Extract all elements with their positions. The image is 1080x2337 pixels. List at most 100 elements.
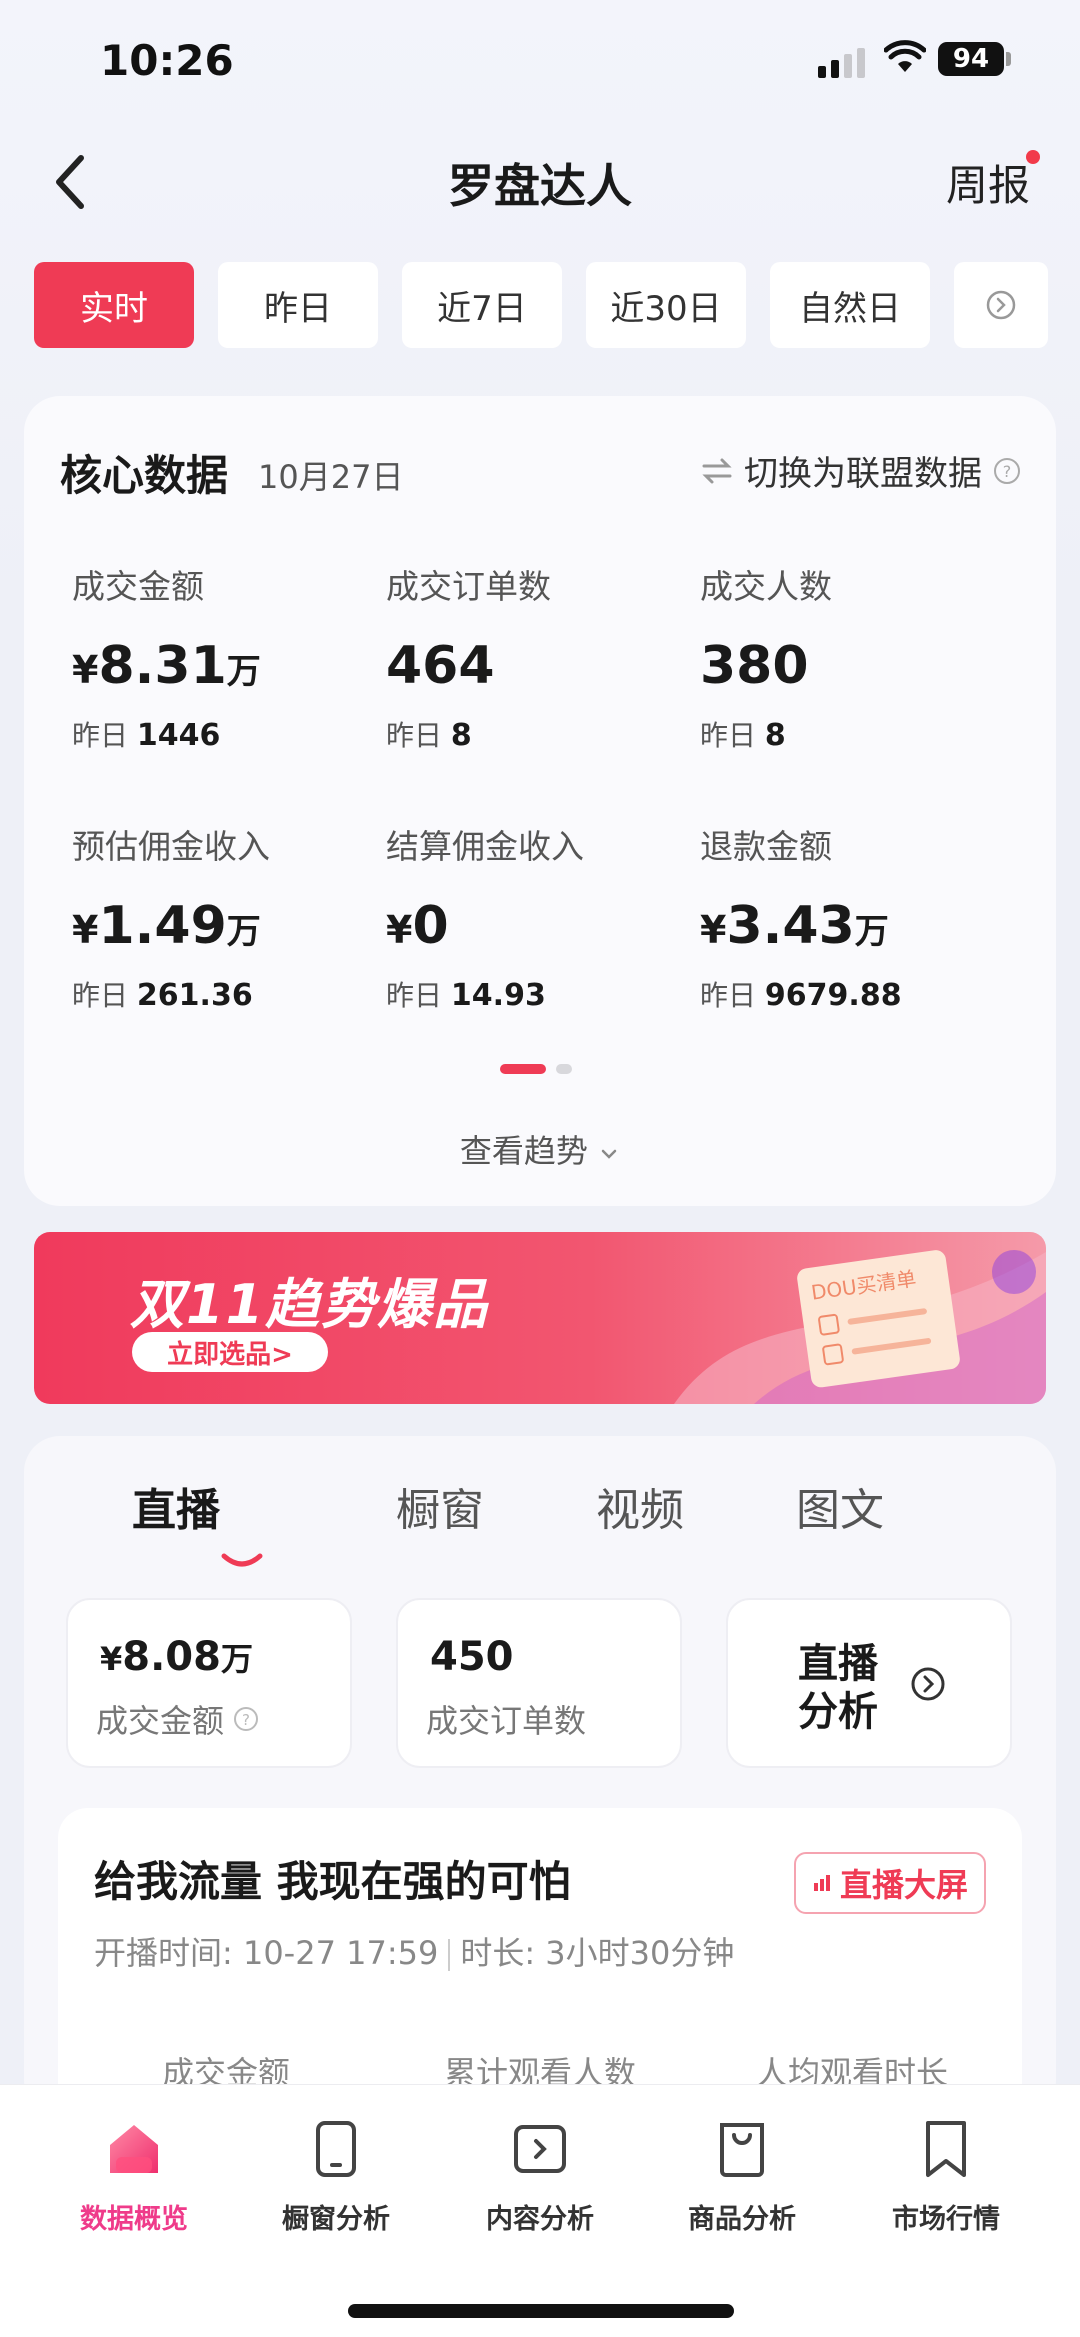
value-number: 1.49: [98, 896, 227, 956]
metric-label: 退款金额: [700, 827, 832, 866]
metric-previous: 昨日 8: [700, 714, 1000, 754]
live-big-screen-label: 直播大屏: [839, 1866, 968, 1904]
metric-value: ¥3.43万: [700, 896, 1000, 956]
prev-prefix: 昨日: [386, 979, 443, 1012]
bookmark-icon: [926, 2121, 966, 2177]
tab-yesterday[interactable]: 昨日: [218, 262, 378, 348]
yen-symbol: ¥: [72, 908, 99, 952]
switch-to-alliance-link[interactable]: 切换为联盟数据 ?: [700, 446, 1022, 495]
tab-7days[interactable]: 近7日: [402, 262, 562, 348]
value-number: 8.31: [98, 636, 227, 696]
time-range-tabs: 实时 昨日 近7日 近30日 自然日: [34, 262, 1048, 348]
status-bar: 10:26 94: [0, 30, 1080, 90]
metric-value: 380: [700, 636, 1000, 696]
switch-label: 切换为联盟数据: [744, 454, 982, 494]
metric-label: 成交订单数: [386, 567, 551, 606]
weekly-report-button[interactable]: 周报: [946, 152, 1030, 213]
value-number: 464: [386, 636, 495, 696]
page-title: 罗盘达人: [448, 159, 632, 213]
yen-symbol: ¥: [72, 648, 99, 692]
content-analysis-card: 直播 橱窗 视频 图文 ¥8.08万 成交金额 ? 450 成交订单数 直播分析…: [24, 1436, 1056, 2128]
status-time: 10:26: [100, 36, 234, 85]
prev-prefix: 昨日: [700, 719, 757, 752]
nav-content-analysis[interactable]: 内容分析: [450, 2117, 630, 2236]
page-indicator: [500, 1064, 572, 1074]
prev-value: 8: [450, 718, 472, 753]
metric-value: ¥1.49万: [72, 896, 372, 956]
bottom-navigation: 数据概览 橱窗分析 内容分析 商品分析 市场行情: [0, 2084, 1080, 2337]
metric-value: ¥0: [386, 896, 686, 956]
prev-prefix: 昨日: [72, 979, 129, 1012]
value-unit: 万: [854, 912, 889, 952]
prev-prefix: 昨日: [386, 719, 443, 752]
bar-chart-icon: [813, 1875, 830, 1891]
nav-showcase-analysis[interactable]: 橱窗分析: [246, 2117, 426, 2236]
metric-previous: 昨日 14.93: [386, 974, 686, 1014]
tab-30days[interactable]: 近30日: [586, 262, 746, 348]
metric-buyers: 成交人数 380 昨日 8: [700, 560, 1000, 754]
metric-label: 预估佣金收入: [72, 827, 270, 866]
core-data-title: 核心数据: [60, 451, 229, 500]
tab-natural-day[interactable]: 自然日: [770, 262, 930, 348]
nav-product-analysis[interactable]: 商品分析: [652, 2117, 832, 2236]
banner-select-button[interactable]: 立即选品>: [132, 1332, 328, 1372]
live-analysis-button[interactable]: 直播分析: [726, 1598, 1012, 1768]
value-unit: 万: [226, 652, 261, 692]
metric-previous: 昨日 261.36: [72, 974, 372, 1014]
value-number: 380: [700, 636, 809, 696]
stat-label: 成交订单数: [426, 1702, 587, 1740]
prev-value: 9679.88: [764, 978, 902, 1013]
chevron-down-icon: [601, 1149, 617, 1159]
help-icon[interactable]: ?: [232, 1705, 260, 1733]
home-indicator: [348, 2304, 734, 2318]
tab-live[interactable]: 直播: [132, 1474, 220, 1538]
tab-image-text[interactable]: 图文: [796, 1474, 884, 1538]
metric-previous: 昨日 9679.88: [700, 974, 1000, 1014]
view-trend-link[interactable]: 查看趋势: [24, 1126, 1056, 1172]
value-unit: 万: [226, 912, 261, 952]
nav-data-overview[interactable]: 数据概览: [44, 2117, 224, 2236]
metric-settled-commission: 结算佣金收入 ¥0 昨日 14.93: [386, 820, 686, 1014]
stat-label-row: 成交金额 ?: [96, 1696, 260, 1742]
prev-value: 1446: [136, 718, 221, 753]
svg-text:?: ?: [1003, 462, 1012, 481]
live-analysis-label: 直播分析: [798, 1641, 878, 1735]
tab-realtime[interactable]: 实时: [34, 262, 194, 348]
more-tabs-button[interactable]: [954, 262, 1048, 348]
yen-symbol: ¥: [386, 908, 413, 952]
live-big-screen-button[interactable]: 直播大屏: [794, 1852, 986, 1914]
stat-label: 成交金额: [96, 1702, 225, 1740]
nav-label: 数据概览: [80, 2204, 188, 2235]
promo-banner[interactable]: 双11趋势爆品 立即选品> DOU买清单: [34, 1232, 1046, 1404]
prev-prefix: 昨日: [700, 979, 757, 1012]
chevron-right-circle-icon: [911, 1667, 945, 1701]
bag-icon: [720, 2123, 764, 2177]
metric-label: 成交人数: [700, 567, 832, 606]
metric-previous: 昨日 1446: [72, 714, 372, 754]
svg-text:?: ?: [242, 1711, 250, 1729]
live-session-card[interactable]: 给我流量 我现在强的可怕 直播大屏 开播时间: 10-27 17:59 时长: 3…: [58, 1808, 1022, 2128]
value-number: 3.43: [726, 896, 855, 956]
metric-previous: 昨日 8: [386, 714, 686, 754]
wifi-icon: [884, 40, 926, 72]
stat-value: 450: [430, 1634, 514, 1680]
stat-value: ¥8.08万: [100, 1634, 253, 1680]
metric-refund: 退款金额 ¥3.43万 昨日 9679.88: [700, 820, 1000, 1014]
tab-showcase[interactable]: 橱窗: [396, 1474, 484, 1538]
view-trend-label: 查看趋势: [459, 1132, 588, 1170]
live-gmv-stat: ¥8.08万 成交金额 ?: [66, 1598, 352, 1768]
tab-active-indicator: [221, 1553, 263, 1567]
prev-value: 8: [764, 718, 786, 753]
value-number: 8.08: [122, 1634, 221, 1680]
tab-video[interactable]: 视频: [596, 1474, 684, 1538]
phone-icon: [316, 2121, 356, 2177]
divider: [448, 1939, 451, 1971]
metric-label: 结算佣金收入: [386, 827, 584, 866]
core-data-date: 10月27日: [258, 458, 404, 496]
shopping-list-illustration: DOU买清单: [674, 1250, 1046, 1404]
live-orders-stat: 450 成交订单数: [396, 1598, 682, 1768]
metric-value: ¥8.31万: [72, 636, 372, 696]
nav-market-trends[interactable]: 市场行情: [856, 2117, 1036, 2236]
stat-label-row: 成交订单数: [426, 1696, 586, 1742]
yen-symbol: ¥: [700, 908, 727, 952]
